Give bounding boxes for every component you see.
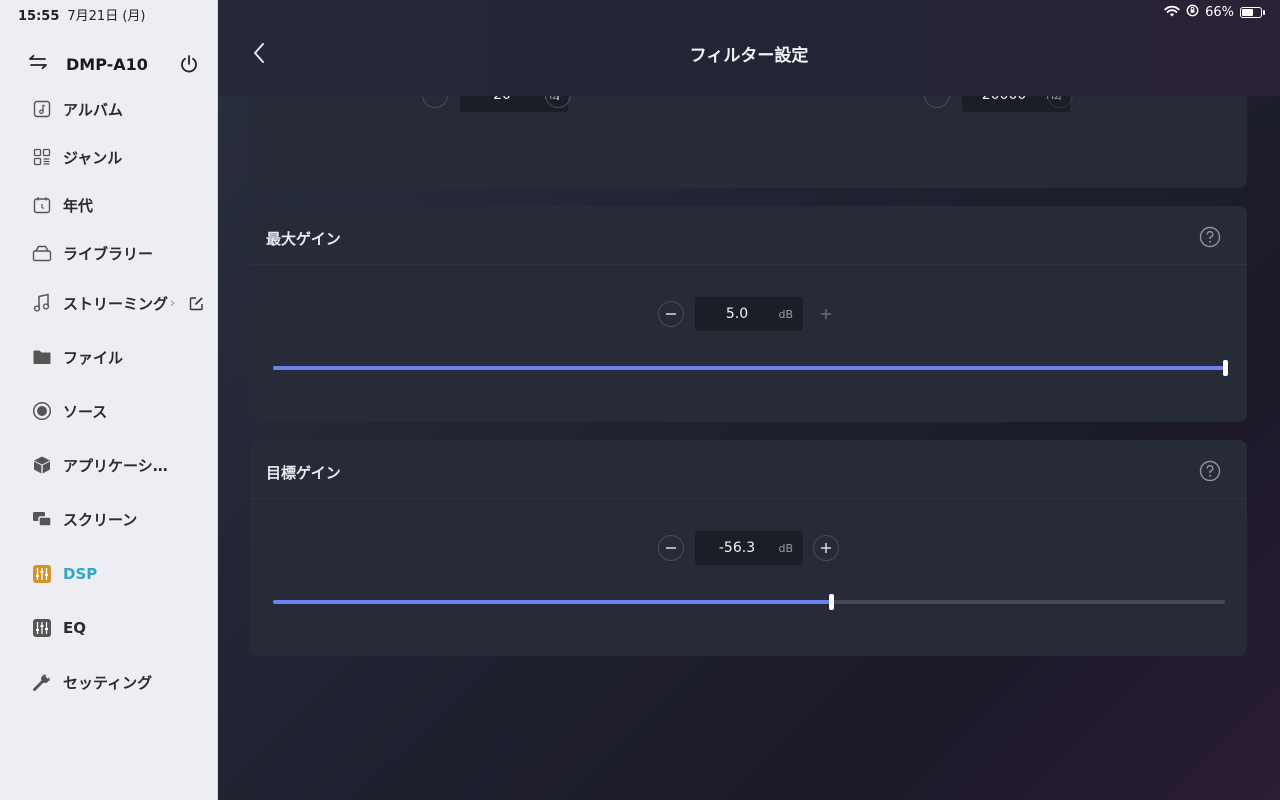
music-note-icon <box>32 293 52 313</box>
sidebar-item-file[interactable]: ファイル <box>32 342 207 372</box>
sidebar-item-dsp[interactable]: DSP <box>32 559 207 589</box>
sidebar-item-label: 年代 <box>63 196 94 215</box>
target-gain-slider[interactable] <box>273 594 1225 610</box>
battery-fill <box>1242 9 1254 16</box>
target-gain-increment-button[interactable] <box>813 535 839 561</box>
wifi-icon <box>1164 5 1180 21</box>
sidebar-item-eq[interactable]: EQ <box>32 613 207 643</box>
target-gain-decrement-button[interactable] <box>658 535 684 561</box>
calendar-icon <box>32 195 52 215</box>
max-gain-card: 最大ゲイン 5.0 dB <box>250 206 1247 422</box>
sidebar-item-source[interactable]: ソース <box>32 396 207 426</box>
sidebar: DMP-A10 アルバム ジャンル 年代 ライブラリー ストリーミング › ファ… <box>0 0 218 800</box>
minus-icon <box>666 313 676 315</box>
help-icon[interactable] <box>1199 460 1221 482</box>
source-icon <box>32 401 52 421</box>
wrench-icon <box>32 672 52 692</box>
max-gain-slider-fill <box>273 366 1225 370</box>
sidebar-item-label: ライブラリー <box>63 244 154 263</box>
sidebar-item-label: アプリケーシ… <box>63 456 168 475</box>
help-icon[interactable] <box>1199 226 1221 248</box>
target-gain-unit: dB <box>778 542 793 555</box>
dsp-icon <box>32 564 52 584</box>
sidebar-item-label: EQ <box>63 619 86 637</box>
power-icon <box>181 55 197 73</box>
header: フィルター設定 <box>218 0 1280 96</box>
sidebar-item-settings[interactable]: セッティング <box>32 667 207 697</box>
library-icon <box>32 243 52 263</box>
target-gain-card: 目標ゲイン -56.3 dB <box>250 440 1247 656</box>
power-button[interactable] <box>178 53 200 75</box>
main-content: 20 Hz 20000 Hz フィルター設定 最大ゲイン <box>218 0 1280 800</box>
device-name: DMP-A10 <box>66 54 148 74</box>
plus-icon <box>821 543 831 553</box>
target-gain-title: 目標ゲイン <box>266 464 341 482</box>
max-gain-decrement-button[interactable] <box>658 301 684 327</box>
sidebar-item-label: ソース <box>63 402 108 421</box>
device-selector[interactable]: DMP-A10 <box>28 50 200 78</box>
sidebar-item-genre[interactable]: ジャンル <box>32 142 207 172</box>
target-gain-card-header: 目標ゲイン <box>250 440 1247 499</box>
max-gain-card-header: 最大ゲイン <box>250 206 1247 265</box>
sidebar-item-label: セッティング <box>63 673 153 692</box>
sidebar-item-label: DSP <box>63 565 98 583</box>
max-gain-increment-button[interactable] <box>813 301 839 327</box>
sidebar-item-label: ジャンル <box>63 148 123 167</box>
minus-icon <box>666 547 676 549</box>
screen-icon <box>32 509 52 529</box>
battery-icon <box>1240 7 1265 18</box>
status-date: 7月21日 (月) <box>67 9 146 24</box>
target-gain-value: -56.3 <box>718 540 756 556</box>
target-gain-slider-thumb[interactable] <box>828 594 834 610</box>
sidebar-item-applications[interactable]: アプリケーシ… <box>32 450 207 480</box>
eq-icon <box>32 618 52 638</box>
sidebar-item-library[interactable]: ライブラリー <box>32 238 207 268</box>
genre-icon <box>32 147 52 167</box>
battery-percent: 66% <box>1205 5 1234 20</box>
status-indicators: 66% <box>1164 4 1265 21</box>
folder-icon <box>32 347 52 367</box>
target-gain-slider-fill <box>273 600 831 604</box>
target-gain-field[interactable]: -56.3 dB <box>695 531 803 565</box>
max-gain-slider-thumb[interactable] <box>1223 360 1228 376</box>
edit-icon[interactable] <box>187 294 205 312</box>
max-gain-title: 最大ゲイン <box>266 230 341 248</box>
cube-icon <box>32 455 52 475</box>
status-time: 15:55 7月21日 (月) <box>18 5 145 24</box>
sidebar-item-screen[interactable]: スクリーン <box>32 504 207 534</box>
page-title: フィルター設定 <box>689 46 809 66</box>
sidebar-item-label: ファイル <box>63 348 124 367</box>
plus-icon <box>821 309 831 319</box>
album-icon <box>32 99 52 119</box>
status-time-text: 15:55 <box>18 9 60 24</box>
max-gain-field[interactable]: 5.0 dB <box>695 297 803 331</box>
sidebar-item-label: スクリーン <box>63 510 138 529</box>
sidebar-item-album[interactable]: アルバム <box>32 94 207 124</box>
sidebar-item-label: アルバム <box>63 100 123 119</box>
sidebar-item-years[interactable]: 年代 <box>32 190 207 220</box>
max-gain-value: 5.0 <box>725 306 749 322</box>
orientation-lock-icon <box>1186 4 1199 21</box>
max-gain-unit: dB <box>778 308 793 321</box>
max-gain-slider[interactable] <box>273 360 1228 376</box>
sidebar-item-streaming[interactable]: ストリーミング › <box>32 288 207 318</box>
swap-icon[interactable] <box>28 54 48 74</box>
chevron-right-icon: › <box>170 295 176 311</box>
sidebar-item-label: ストリーミング <box>63 294 169 313</box>
